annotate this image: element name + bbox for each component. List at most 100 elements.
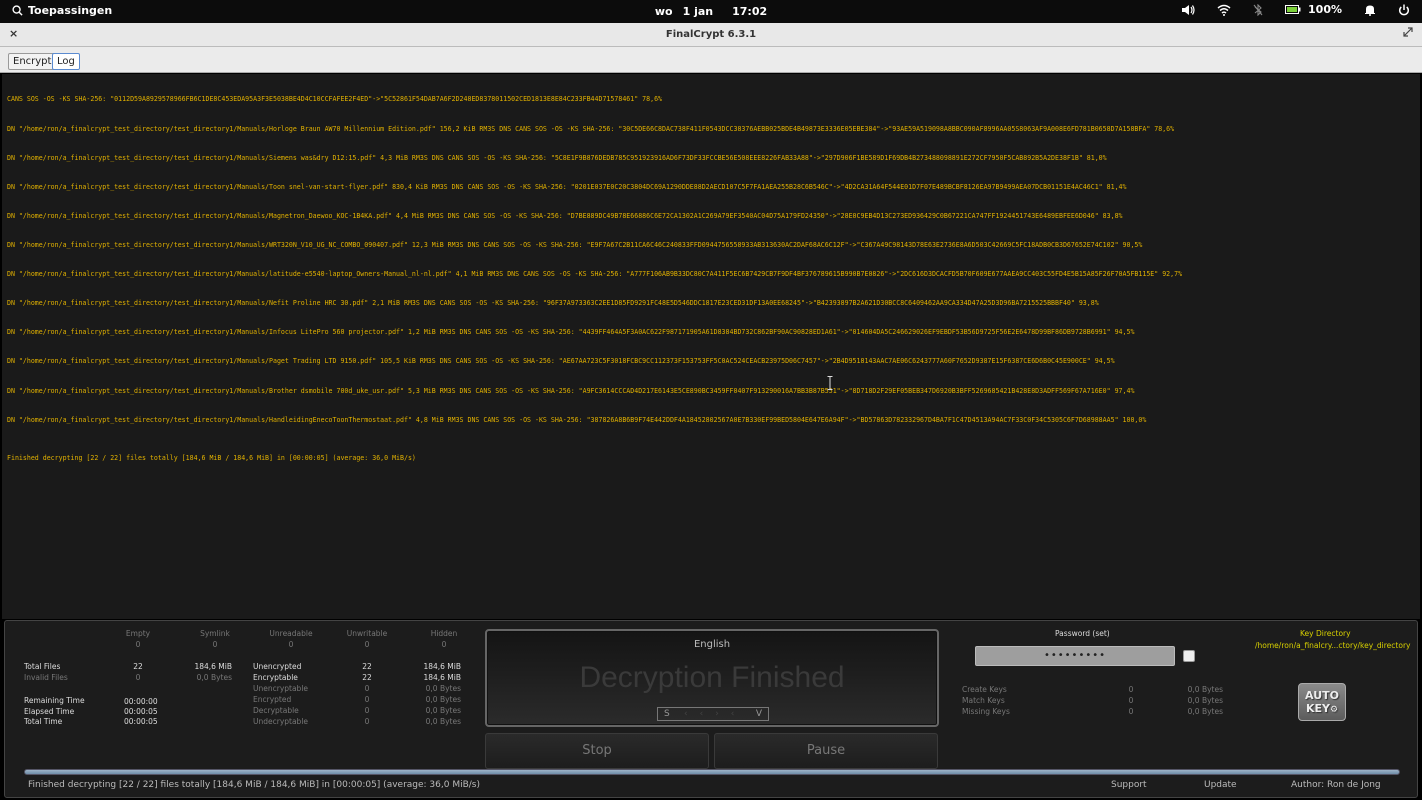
- log-line: DN "/home/ron/a_finalcrypt_test_director…: [7, 386, 1135, 395]
- window-title: FinalCrypt 6.3.1: [665, 29, 757, 40]
- status-display: English Decryption Finished S ‹‹›‹ V: [485, 629, 939, 727]
- wifi-icon[interactable]: [1217, 4, 1231, 16]
- v-label: V: [755, 709, 762, 719]
- create-keys-size: 0,0 Bytes: [1187, 685, 1223, 694]
- total-files-label: Total Files: [24, 662, 61, 671]
- tab-log[interactable]: Log: [52, 53, 80, 70]
- password-field[interactable]: •••••••••: [975, 646, 1175, 666]
- remaining-time-value: 00:00:00: [124, 697, 158, 706]
- status-bar-message: Finished decrypting [22 / 22] files tota…: [28, 780, 480, 790]
- log-line: DN "/home/ron/a_finalcrypt_test_director…: [7, 153, 1107, 162]
- encrypted-label: Encrypted: [253, 695, 292, 704]
- decryptable-label: Decryptable: [253, 706, 299, 715]
- header-empty: Empty: [125, 629, 151, 638]
- key-directory-path[interactable]: /home/ron/a_finalcry...ctory/key_directo…: [1255, 641, 1410, 650]
- key-directory-label: Key Directory: [1300, 629, 1351, 638]
- battery-percent: 100%: [1308, 3, 1342, 16]
- log-line: DN "/home/ron/a_finalcrypt_test_director…: [7, 299, 1099, 308]
- password-label: Password (set): [1055, 629, 1110, 638]
- decryptable-count: 0: [364, 706, 370, 715]
- hidden-count: 0: [441, 640, 447, 649]
- unencryptable-size: 0,0 Bytes: [425, 684, 461, 693]
- log-line: CANS SOS -OS -KS SHA-256: "0112D59A89295…: [7, 95, 663, 104]
- tab-bar: Encrypt Log: [0, 47, 1422, 73]
- header-symlink: Symlink: [200, 629, 230, 638]
- missing-keys-count: 0: [1128, 707, 1134, 716]
- system-top-bar: Toepassingen wo 1 jan 17:02 100%: [0, 0, 1422, 23]
- volume-icon[interactable]: [1181, 4, 1195, 16]
- undecryptable-label: Undecryptable: [253, 717, 309, 726]
- unencryptable-label: Unencryptable: [253, 684, 309, 693]
- encrypted-count: 0: [364, 695, 370, 704]
- invalid-files-size: 0,0 Bytes: [196, 673, 232, 682]
- stop-button[interactable]: Stop: [485, 733, 709, 769]
- restore-icon: [1403, 27, 1413, 37]
- auto-key-line1: AUTO: [1305, 689, 1339, 702]
- undecryptable-size: 0,0 Bytes: [425, 717, 461, 726]
- log-line: DN "/home/ron/a_finalcrypt_test_director…: [7, 211, 1123, 220]
- progress-bar: [24, 769, 1400, 775]
- unreadable-count: 0: [288, 640, 294, 649]
- elapsed-time-value: 00:00:05: [124, 707, 158, 716]
- window-restore-button[interactable]: [1403, 27, 1413, 40]
- author-label[interactable]: Author: Ron de Jong: [1291, 780, 1381, 790]
- log-finished-line: Finished decrypting [22 / 22] files tota…: [7, 453, 416, 462]
- status-message: Decryption Finished: [579, 661, 845, 694]
- notification-bell-icon[interactable]: [1364, 4, 1376, 16]
- undecryptable-count: 0: [364, 717, 370, 726]
- show-password-checkbox[interactable]: [1183, 650, 1195, 662]
- encryptable-size: 184,6 MiB: [423, 673, 461, 682]
- log-text-area[interactable]: CANS SOS -OS -KS SHA-256: "0112D59A89295…: [2, 74, 1420, 619]
- elapsed-time-label: Elapsed Time: [24, 707, 75, 716]
- tab-encrypt[interactable]: Encrypt: [8, 53, 57, 70]
- unencrypted-size: 184,6 MiB: [423, 662, 461, 671]
- encryptable-count: 22: [362, 673, 372, 682]
- bluetooth-off-icon[interactable]: [1253, 3, 1263, 16]
- language-label[interactable]: English: [487, 639, 937, 650]
- match-keys-count: 0: [1128, 696, 1134, 705]
- header-unreadable: Unreadable: [269, 629, 313, 638]
- decryptable-size: 0,0 Bytes: [425, 706, 461, 715]
- empty-count: 0: [135, 640, 141, 649]
- unencrypted-label: Unencrypted: [253, 662, 302, 671]
- total-files-count: 22: [133, 662, 143, 671]
- total-time-value: 00:00:05: [124, 717, 158, 726]
- log-line: DN "/home/ron/a_finalcrypt_test_director…: [7, 270, 1183, 279]
- total-time-label: Total Time: [24, 717, 63, 726]
- log-line: DN "/home/ron/a_finalcrypt_test_director…: [7, 240, 1143, 249]
- s-label: S: [664, 709, 670, 719]
- system-tray: 100%: [1181, 3, 1410, 16]
- unencryptable-count: 0: [364, 684, 370, 693]
- sv-arrows-icon: ‹‹›‹: [684, 709, 747, 719]
- remaining-time-label: Remaining Time: [24, 696, 85, 705]
- missing-keys-label: Missing Keys: [962, 707, 1010, 716]
- log-line: DN "/home/ron/a_finalcrypt_test_director…: [7, 328, 1135, 337]
- battery-icon: [1285, 5, 1301, 14]
- encrypted-size: 0,0 Bytes: [425, 695, 461, 704]
- pause-button[interactable]: Pause: [714, 733, 938, 769]
- status-bar: Finished decrypting [22 / 22] files tota…: [5, 776, 1417, 796]
- invalid-files-label: Invalid Files: [24, 673, 68, 682]
- update-link[interactable]: Update: [1204, 780, 1237, 790]
- log-line: DN "/home/ron/a_finalcrypt_test_director…: [7, 182, 1127, 191]
- log-line: DN "/home/ron/a_finalcrypt_test_director…: [7, 124, 1175, 133]
- battery-indicator[interactable]: 100%: [1285, 3, 1342, 16]
- control-panel: Empty Symlink Unreadable Unwritable Hidd…: [4, 620, 1418, 798]
- total-files-size: 184,6 MiB: [194, 662, 232, 671]
- header-hidden: Hidden: [430, 629, 458, 638]
- clock-time: 17:02: [732, 5, 768, 18]
- invalid-files-count: 0: [135, 673, 141, 682]
- gear-icon: ⚙: [1329, 705, 1339, 715]
- power-icon[interactable]: [1398, 4, 1410, 16]
- log-line: DN "/home/ron/a_finalcrypt_test_director…: [7, 415, 1147, 424]
- clock-date: 1 jan: [682, 5, 714, 18]
- support-link[interactable]: Support: [1111, 780, 1147, 790]
- auto-key-button[interactable]: AUTO KEY⚙: [1298, 683, 1346, 721]
- header-unwritable: Unwritable: [346, 629, 388, 638]
- match-keys-label: Match Keys: [962, 696, 1005, 705]
- sv-indicator: S ‹‹›‹ V: [657, 707, 769, 721]
- clock-day: wo: [654, 5, 673, 18]
- text-cursor-icon: [827, 376, 833, 390]
- window-title-bar: × FinalCrypt 6.3.1: [0, 23, 1422, 47]
- create-keys-label: Create Keys: [962, 685, 1007, 694]
